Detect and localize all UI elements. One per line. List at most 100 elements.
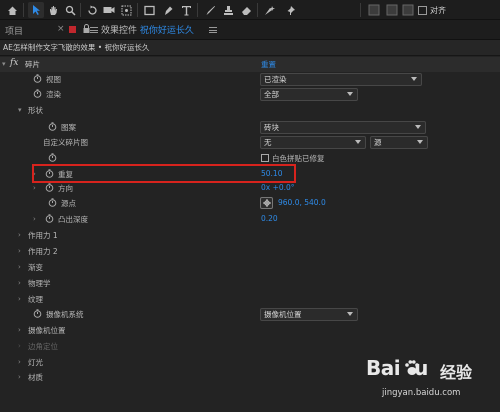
panel-tabbar: 项目 × 效果控件 祝你好运长久 — [0, 20, 500, 60]
close-icon[interactable]: × — [57, 24, 65, 34]
expand-arrow-icon[interactable]: › — [18, 373, 21, 381]
prop-group-physics[interactable]: › 物理学 — [0, 276, 500, 291]
prop-group-texture[interactable]: › 纹理 — [0, 292, 500, 307]
expand-arrow-icon[interactable]: › — [18, 326, 21, 334]
prop-label-pattern: 图案 — [61, 123, 76, 132]
crosshair-icon[interactable] — [260, 197, 273, 209]
origin-value[interactable]: 960.0, 540.0 — [278, 198, 326, 207]
roto-brush-icon[interactable] — [262, 2, 278, 18]
prop-label-gradient: 渐变 — [28, 263, 43, 272]
prop-label-camera-position: 摄像机位置 — [28, 326, 66, 335]
chevron-down-icon — [347, 92, 353, 96]
camera-icon[interactable] — [101, 2, 117, 18]
prop-row-extrusion: › 凸出深度 0.20 — [0, 212, 500, 227]
effect-controls-menu-icon[interactable] — [209, 27, 217, 33]
annotation-highlight-box — [32, 164, 296, 183]
snap-corner-icon[interactable] — [384, 2, 400, 18]
stopwatch-icon[interactable] — [33, 89, 42, 98]
panel-menu-icon[interactable] — [90, 27, 98, 33]
chevron-down-icon — [355, 140, 361, 144]
collapse-arrow-icon[interactable]: ▾ — [2, 60, 6, 68]
view-dropdown[interactable]: 已渲染 — [260, 73, 422, 86]
stopwatch-icon[interactable] — [33, 309, 42, 318]
tab-effect-controls-label: 效果控件 — [101, 26, 138, 36]
stopwatch-icon[interactable] — [48, 153, 57, 162]
watermark-cn: 经验 — [440, 363, 473, 382]
view-dropdown-value: 已渲染 — [264, 75, 287, 84]
rectangle-icon[interactable] — [141, 2, 157, 18]
prop-group-shape[interactable]: ▾ 形状 — [0, 103, 500, 118]
selection-icon[interactable] — [28, 2, 44, 18]
pattern-dropdown[interactable]: 砖块 — [260, 121, 426, 134]
brush-icon[interactable] — [202, 2, 218, 18]
prop-label-custom-map: 自定义碎片图 — [43, 138, 88, 147]
prop-row-view: 视图 已渲染 — [0, 72, 500, 87]
align-checkbox[interactable] — [418, 5, 427, 15]
expand-arrow-icon[interactable]: › — [18, 231, 21, 239]
prop-label-lighting: 灯光 — [28, 358, 43, 367]
tab-effect-controls[interactable]: 效果控件 祝你好运长久 — [101, 23, 194, 36]
effect-header-row[interactable]: ▾ fx 碎片 重置 — [0, 57, 500, 72]
prop-group-camera-position[interactable]: › 摄像机位置 — [0, 323, 500, 338]
stopwatch-icon[interactable] — [45, 183, 54, 192]
white-tiles-checkbox[interactable] — [261, 154, 269, 162]
home-icon[interactable] — [4, 2, 20, 18]
pen-icon[interactable] — [160, 2, 176, 18]
extrusion-value[interactable]: 0.20 — [261, 214, 278, 223]
prop-label-origin: 源点 — [61, 199, 76, 208]
align-label: 对齐 — [430, 5, 446, 15]
camera-system-dropdown[interactable]: 摄像机位置 — [260, 308, 358, 321]
prop-label-camera-system: 摄像机系统 — [46, 310, 84, 319]
camera-system-value: 摄像机位置 — [264, 310, 302, 319]
breadcrumb: AE怎样制作文字飞散的效果 • 祝你好运长久 — [0, 40, 500, 56]
expand-arrow-icon[interactable]: › — [18, 263, 21, 271]
direction-value[interactable]: 0x +0.0° — [261, 183, 295, 192]
expand-arrow-icon[interactable]: › — [18, 295, 21, 303]
puppet-pin-icon[interactable] — [282, 2, 298, 18]
prop-group-force1[interactable]: › 作用力 1 — [0, 228, 500, 243]
snap-extra-icon[interactable] — [400, 2, 416, 18]
align-toggle[interactable]: 对齐 — [418, 3, 446, 17]
prop-row-render: 渲染 全部 — [0, 87, 500, 102]
prop-label-direction: 方向 — [58, 184, 73, 193]
clone-stamp-icon[interactable] — [220, 2, 236, 18]
expand-arrow-icon[interactable]: › — [33, 215, 36, 223]
collapse-arrow-icon[interactable]: ▾ — [18, 106, 22, 114]
paw-icon — [404, 359, 420, 379]
prop-row-direction: › 方向 0x +0.0° — [0, 181, 500, 196]
lock-icon[interactable] — [83, 24, 90, 35]
render-dropdown[interactable]: 全部 — [260, 88, 358, 101]
pan-behind-icon[interactable] — [118, 2, 134, 18]
prop-label-render: 渲染 — [46, 90, 61, 99]
custom-map-source-value: 源 — [374, 138, 382, 147]
expand-arrow-icon[interactable]: › — [33, 184, 36, 192]
expand-arrow-icon[interactable]: › — [18, 342, 21, 350]
type-icon[interactable] — [178, 2, 194, 18]
custom-map-source-dropdown[interactable]: 源 — [370, 136, 428, 149]
record-indicator-icon — [69, 26, 76, 33]
stopwatch-icon[interactable] — [45, 214, 54, 223]
stopwatch-icon[interactable] — [48, 198, 57, 207]
stopwatch-icon[interactable] — [33, 74, 42, 83]
snap-grid-icon[interactable] — [366, 2, 382, 18]
expand-arrow-icon[interactable]: › — [18, 279, 21, 287]
eraser-icon[interactable] — [238, 2, 254, 18]
prop-label-shape: 形状 — [28, 106, 43, 115]
zoom-icon[interactable] — [62, 2, 78, 18]
rotate-icon[interactable] — [84, 2, 100, 18]
prop-label-material: 材质 — [28, 373, 43, 382]
reset-link[interactable]: 重置 — [261, 59, 276, 70]
tools-toolbar: 对齐 — [0, 0, 500, 20]
custom-map-dropdown[interactable]: 无 — [260, 136, 366, 149]
stopwatch-icon[interactable] — [48, 122, 57, 131]
custom-map-dropdown-value: 无 — [264, 138, 272, 147]
prop-group-corner-pins[interactable]: › 边角定位 — [0, 339, 500, 354]
prop-group-gradient[interactable]: › 渐变 — [0, 260, 500, 275]
fx-icon[interactable]: fx — [10, 58, 18, 68]
expand-arrow-icon[interactable]: › — [18, 247, 21, 255]
prop-label-texture: 纹理 — [28, 295, 43, 304]
tab-project[interactable]: 项目 — [5, 24, 23, 37]
hand-icon[interactable] — [45, 2, 61, 18]
prop-group-force2[interactable]: › 作用力 2 — [0, 244, 500, 259]
expand-arrow-icon[interactable]: › — [18, 358, 21, 366]
